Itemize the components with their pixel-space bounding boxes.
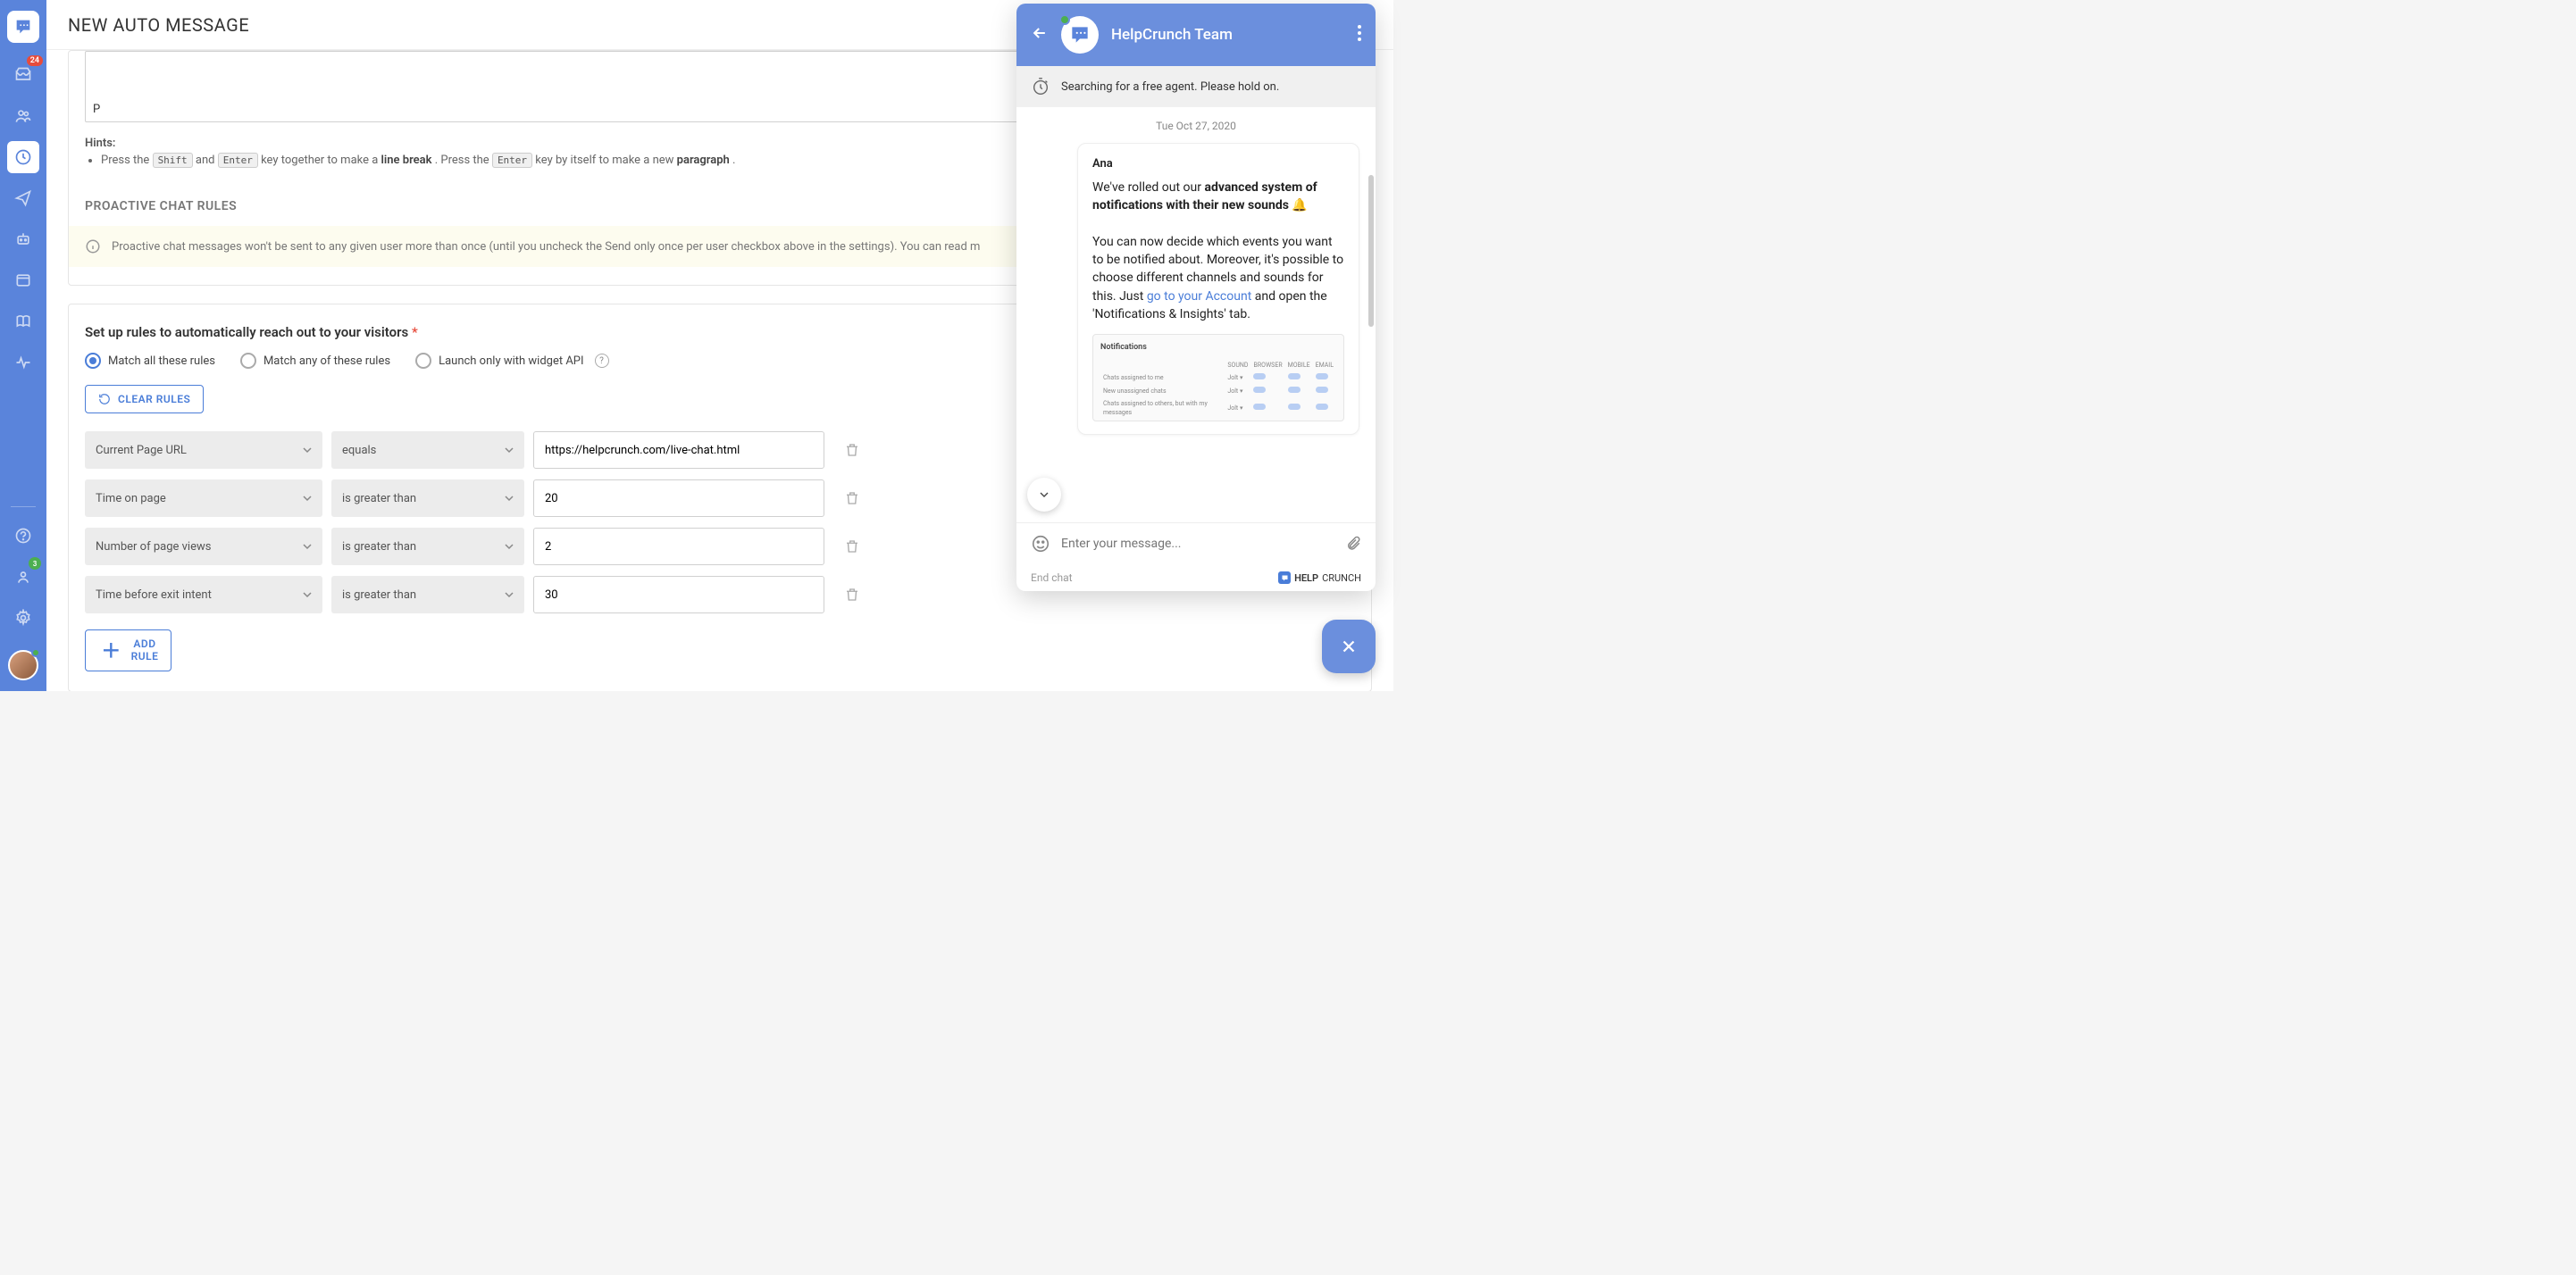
rule-operator-select[interactable]: is greater than: [331, 479, 524, 517]
nav-settings[interactable]: [7, 602, 39, 634]
chat-header: HelpCrunch Team: [1016, 4, 1376, 66]
add-rule-button[interactable]: ADD RULE: [85, 629, 171, 671]
attachment-icon[interactable]: [1345, 536, 1361, 552]
nav-auto-messages[interactable]: [7, 141, 39, 173]
rule-value-input[interactable]: [533, 479, 824, 517]
notification-preview-image: Notifications SOUNDBROWSERMOBILEEMAIL Ch…: [1092, 334, 1344, 421]
enter-key-2: Enter: [492, 153, 532, 168]
nav-bot[interactable]: [7, 223, 39, 255]
chat-back-button[interactable]: [1031, 24, 1049, 46]
close-icon: [1339, 637, 1359, 656]
rule-value-input[interactable]: [533, 576, 824, 613]
chat-menu-button[interactable]: [1358, 25, 1361, 45]
trash-icon[interactable]: [844, 490, 860, 506]
rule-operator-select[interactable]: is greater than: [331, 528, 524, 565]
chat-close-fab[interactable]: [1322, 620, 1376, 673]
nav-help[interactable]: [7, 520, 39, 552]
rule-value-input[interactable]: [533, 528, 824, 565]
chat-widget: HelpCrunch Team Searching for a free age…: [1016, 4, 1376, 591]
rule-field-select[interactable]: Time before exit intent: [85, 576, 322, 613]
chat-footer: End chat HELPCRUNCH: [1016, 564, 1376, 591]
help-icon[interactable]: ?: [595, 354, 609, 368]
chat-status-bar: Searching for a free agent. Please hold …: [1016, 66, 1376, 107]
nav-knowledge[interactable]: [7, 305, 39, 338]
user-avatar[interactable]: [8, 650, 38, 680]
inbox-badge: 24: [27, 55, 43, 66]
arrow-left-icon: [1031, 24, 1049, 42]
rule-value-input[interactable]: [533, 431, 824, 469]
chat-message-input[interactable]: [1061, 537, 1334, 551]
end-chat-button[interactable]: End chat: [1031, 571, 1073, 584]
presence-dot-icon: [31, 648, 40, 657]
app-logo[interactable]: [7, 11, 39, 43]
nav-widget[interactable]: [7, 264, 39, 296]
rule-operator-select[interactable]: is greater than: [331, 576, 524, 613]
chevron-down-icon: [303, 542, 312, 551]
emoji-icon[interactable]: [1031, 534, 1050, 554]
chevron-down-icon: [505, 542, 514, 551]
account-link[interactable]: go to your Account: [1147, 289, 1251, 304]
presence-dot-icon: [1059, 14, 1070, 25]
shift-key: Shift: [153, 153, 193, 168]
rule-operator-select[interactable]: equals: [331, 431, 524, 469]
sidebar: 24 3: [0, 0, 46, 691]
chat-scrollbar[interactable]: [1368, 175, 1374, 327]
stopwatch-icon: [1031, 77, 1050, 96]
rule-field-select[interactable]: Time on page: [85, 479, 322, 517]
chevron-down-icon: [1037, 488, 1051, 502]
chevron-down-icon: [505, 494, 514, 503]
trash-icon[interactable]: [844, 587, 860, 603]
trash-icon[interactable]: [844, 538, 860, 554]
nav-inbox[interactable]: 24: [7, 59, 39, 91]
dots-vertical-icon: [1358, 25, 1361, 41]
clear-rules-button[interactable]: CLEAR RULES: [85, 385, 204, 413]
nav-contacts[interactable]: [7, 100, 39, 132]
nav-team[interactable]: 3: [7, 561, 39, 593]
rule-field-select[interactable]: Number of page views: [85, 528, 322, 565]
chat-input-area: [1016, 522, 1376, 564]
chevron-down-icon: [303, 446, 312, 454]
chat-message: Ana We've rolled out our advanced system…: [1077, 143, 1359, 435]
chevron-down-icon: [505, 590, 514, 599]
nav-send[interactable]: [7, 182, 39, 214]
trash-icon[interactable]: [844, 442, 860, 458]
enter-key: Enter: [218, 153, 258, 168]
undo-icon: [98, 393, 111, 405]
nav-activity[interactable]: [7, 346, 39, 379]
info-icon: [85, 238, 101, 254]
chevron-down-icon: [303, 590, 312, 599]
chat-date: Tue Oct 27, 2020: [1033, 120, 1359, 132]
radio-match-any[interactable]: Match any of these rules: [240, 353, 390, 369]
brand-label[interactable]: HELPCRUNCH: [1278, 571, 1361, 584]
chevron-down-icon: [505, 446, 514, 454]
plus-icon: [98, 638, 124, 663]
chat-body[interactable]: Tue Oct 27, 2020 Ana We've rolled out ou…: [1016, 107, 1376, 522]
chat-team-name: HelpCrunch Team: [1111, 26, 1345, 44]
scroll-down-button[interactable]: [1027, 478, 1061, 512]
team-badge: 3: [29, 557, 41, 570]
chevron-down-icon: [303, 494, 312, 503]
page-title: NEW AUTO MESSAGE: [68, 14, 249, 36]
rule-field-select[interactable]: Current Page URL: [85, 431, 322, 469]
radio-widget-api[interactable]: Launch only with widget API ?: [415, 353, 608, 369]
radio-match-all[interactable]: Match all these rules: [85, 353, 215, 369]
